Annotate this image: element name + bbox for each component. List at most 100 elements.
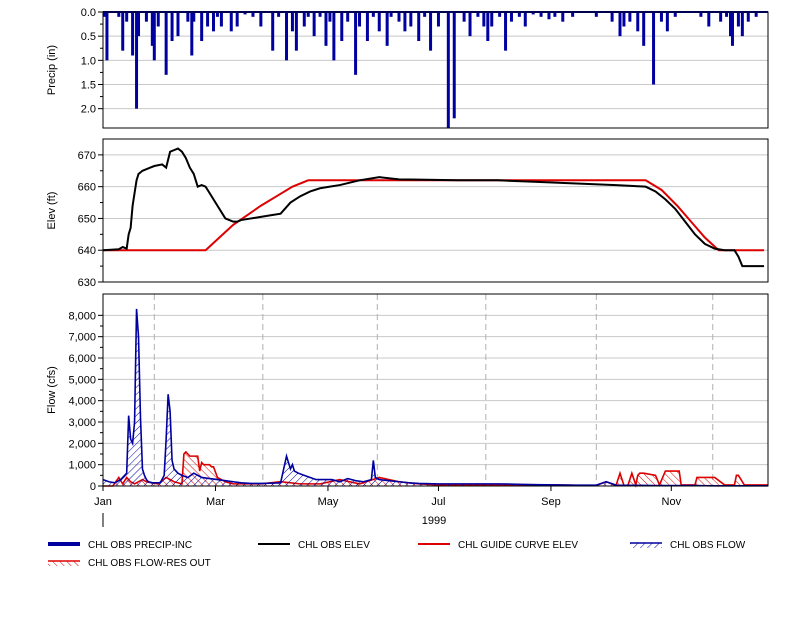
precip-bar — [358, 12, 362, 27]
precip-bar — [105, 12, 109, 61]
elev-y-tick-label: 660 — [78, 182, 96, 194]
precip-bar — [719, 12, 723, 22]
precip-y-tick-label: 2.0 — [81, 104, 96, 116]
precip-bar — [294, 12, 298, 51]
x-tick-label: Sep — [541, 496, 561, 508]
precip-bar — [436, 12, 440, 27]
precip-bar — [468, 12, 472, 37]
precip-bar — [482, 12, 486, 27]
precip-bar — [152, 12, 156, 61]
precip-bar — [170, 12, 174, 41]
precip-bar — [665, 12, 669, 32]
precip-bar — [125, 12, 129, 22]
precip-bar — [302, 12, 306, 27]
precip-bar — [659, 12, 663, 22]
precip-bar — [137, 12, 141, 37]
precip-bar — [176, 12, 180, 37]
precip-bar — [730, 12, 734, 46]
flow-y-tick-label: 8,000 — [68, 310, 96, 322]
precip-bar — [409, 12, 413, 27]
precip-bar — [403, 12, 407, 32]
precip-bar — [504, 12, 508, 51]
precip-bar — [229, 12, 233, 32]
precip-bar — [324, 12, 328, 46]
legend-item: CHL OBS ELEV — [258, 540, 370, 551]
precip-bar — [652, 12, 656, 85]
legend-item: CHL OBS PRECIP-INC — [48, 540, 192, 551]
precip-bar — [397, 12, 401, 22]
precip-bar — [746, 12, 750, 22]
precip-bar — [462, 12, 466, 22]
elev-y-tick-label: 670 — [78, 150, 96, 162]
precip-bar — [259, 12, 263, 27]
precip-bar — [340, 12, 344, 41]
precip-bar — [618, 12, 622, 37]
hydrograph-chart: 0.00.51.01.52.0Precip (in) 6306406506606… — [46, 7, 769, 569]
flow-plot-area — [103, 294, 768, 486]
precip-bar — [707, 12, 711, 27]
precip-bar — [523, 12, 527, 27]
elev-y-tick-label: 650 — [78, 213, 96, 225]
precip-y-tick-label: 1.5 — [81, 80, 96, 92]
precip-bar — [740, 12, 744, 37]
precip-panel: 0.0 0.5 1.0 1.5 2.0 Precip (in) — [46, 7, 769, 129]
elev-y-axis-title: Elev (ft) — [46, 192, 58, 230]
x-tick-label: Mar — [206, 496, 225, 508]
elevation-panel: 630 640 650 660 670 Elev (ft) — [46, 138, 769, 289]
elev-y-tick-label: 640 — [78, 245, 96, 257]
precip-bar — [354, 12, 358, 75]
flow-y-tick-label: 5,000 — [68, 374, 96, 386]
precip-bar — [131, 12, 135, 56]
precip-bar — [385, 12, 389, 46]
precip-bar — [206, 12, 210, 27]
precip-bar — [121, 12, 125, 51]
precip-bar — [164, 12, 168, 75]
precip-y-axis-title: Precip (in) — [46, 45, 58, 95]
precip-bar — [547, 12, 551, 20]
flow-y-tick-label: 7,000 — [68, 332, 96, 344]
x-axis: 1999 — [422, 515, 446, 527]
precip-bar — [486, 12, 490, 41]
precip-bar — [156, 12, 160, 27]
precip-bar — [200, 12, 204, 41]
flow-y-tick-label: 1,000 — [68, 460, 96, 472]
flow-y-tick-label: 4,000 — [68, 396, 96, 408]
x-tick-label: Jan — [94, 496, 112, 508]
elev-y-tick-label: 630 — [78, 277, 96, 289]
precip-bar — [642, 12, 646, 46]
elev-plot-area — [103, 139, 768, 282]
x-tick-label: Jul — [431, 496, 445, 508]
legend-label: CHL OBS FLOW-RES OUT — [88, 558, 211, 569]
precip-bar — [346, 12, 350, 22]
precip-bar — [290, 12, 294, 32]
precip-bar — [490, 12, 494, 27]
precip-bar — [452, 12, 456, 119]
flow-y-axis-title: Flow (cfs) — [46, 366, 58, 414]
precip-bar — [377, 12, 381, 32]
precip-bar — [235, 12, 239, 27]
precip-bar — [509, 12, 513, 22]
precip-bar — [186, 12, 190, 22]
flow-y-tick-label: 0 — [90, 481, 96, 493]
legend-item: CHL OBS FLOW-RES OUT — [48, 558, 211, 569]
precip-bar — [212, 12, 216, 32]
precip-bar — [332, 12, 336, 61]
flow-y-tick-label: 2,000 — [68, 438, 96, 450]
precip-bar — [636, 12, 640, 32]
legend: CHL OBS PRECIP-INC CHL OBS ELEV CHL GUIDE … — [48, 540, 746, 569]
precip-y-tick-label: 1.0 — [81, 55, 96, 67]
flow-panel: 0 1,000 2,000 3,000 4,000 5,000 6,000 7,000 8,00… — [46, 293, 769, 527]
precip-y-tick-label: 0.5 — [81, 31, 96, 43]
precip-bar — [610, 12, 614, 22]
precip-bar — [328, 12, 332, 22]
precip-bar — [144, 12, 148, 22]
precip-bar — [285, 12, 289, 61]
precip-bar — [628, 12, 632, 22]
precip-bar — [192, 12, 196, 22]
precip-bar — [312, 12, 316, 37]
legend-label: CHL GUIDE CURVE ELEV — [458, 540, 578, 551]
legend-label: CHL OBS PRECIP-INC — [88, 540, 192, 551]
precip-bar — [446, 12, 450, 128]
precip-bar — [417, 12, 421, 41]
legend-label: CHL OBS ELEV — [298, 540, 370, 551]
